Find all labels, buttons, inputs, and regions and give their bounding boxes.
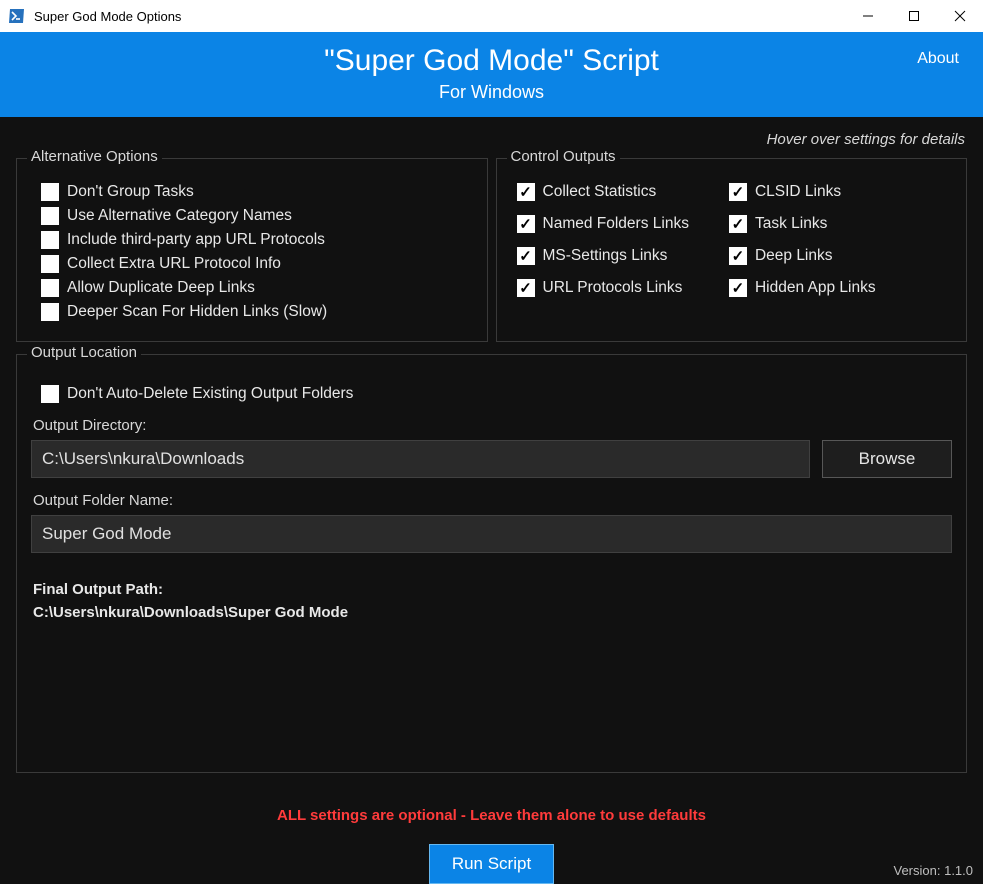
checkbox-icon[interactable] (729, 279, 747, 297)
run-script-button[interactable]: Run Script (429, 844, 554, 884)
checkbox-icon[interactable] (517, 279, 535, 297)
alt-option-checkbox[interactable]: Don't Group Tasks (41, 183, 473, 201)
checkbox-label: Use Alternative Category Names (67, 207, 292, 225)
control-output-checkbox[interactable]: Deep Links (729, 247, 876, 265)
checkbox-icon[interactable] (41, 207, 59, 225)
maximize-button[interactable] (891, 0, 937, 32)
checkbox-label: Don't Group Tasks (67, 183, 194, 201)
checkbox-label: Allow Duplicate Deep Links (67, 279, 255, 297)
checkbox-icon[interactable] (517, 247, 535, 265)
browse-button[interactable]: Browse (822, 440, 952, 478)
output-folder-name-input[interactable] (31, 515, 952, 553)
alt-option-checkbox[interactable]: Use Alternative Category Names (41, 207, 473, 225)
minimize-button[interactable] (845, 0, 891, 32)
checkbox-label: Deeper Scan For Hidden Links (Slow) (67, 303, 327, 321)
checkbox-label: Don't Auto-Delete Existing Output Folder… (67, 385, 353, 403)
checkbox-icon[interactable] (41, 183, 59, 201)
final-output-path-value: C:\Users\nkura\Downloads\Super God Mode (33, 604, 950, 621)
control-output-checkbox[interactable]: Hidden App Links (729, 279, 876, 297)
alt-option-checkbox[interactable]: Allow Duplicate Deep Links (41, 279, 473, 297)
checkbox-icon[interactable] (729, 247, 747, 265)
window-title: Super God Mode Options (34, 9, 181, 24)
checkbox-label: Hidden App Links (755, 279, 876, 297)
checkbox-label: CLSID Links (755, 183, 841, 201)
checkbox-icon[interactable] (517, 183, 535, 201)
about-link[interactable]: About (917, 50, 959, 68)
checkbox-label: Collect Statistics (543, 183, 657, 201)
banner-title: "Super God Mode" Script (18, 44, 965, 78)
group-legend: Control Outputs (507, 148, 620, 165)
checkbox-icon[interactable] (41, 231, 59, 249)
powershell-icon (8, 7, 26, 25)
control-output-checkbox[interactable]: Named Folders Links (517, 215, 689, 233)
control-output-checkbox[interactable]: URL Protocols Links (517, 279, 689, 297)
titlebar: Super God Mode Options (0, 0, 983, 32)
control-output-checkbox[interactable]: Task Links (729, 215, 876, 233)
control-outputs-group: Control Outputs Collect StatisticsNamed … (496, 158, 968, 342)
output-folder-name-label: Output Folder Name: (33, 492, 952, 509)
close-button[interactable] (937, 0, 983, 32)
checkbox-label: MS-Settings Links (543, 247, 668, 265)
app-window: Super God Mode Options "Super God Mode" … (0, 0, 983, 884)
final-output-path-label: Final Output Path: (33, 581, 950, 598)
checkbox-icon[interactable] (41, 385, 59, 403)
alt-option-checkbox[interactable]: Collect Extra URL Protocol Info (41, 255, 473, 273)
no-auto-delete-checkbox[interactable]: Don't Auto-Delete Existing Output Folder… (41, 385, 952, 403)
client-area: "Super God Mode" Script For Windows Abou… (0, 32, 983, 884)
checkbox-label: Task Links (755, 215, 827, 233)
output-location-group: Output Location Don't Auto-Delete Existi… (16, 354, 967, 773)
group-legend: Alternative Options (27, 148, 162, 165)
alternative-options-group: Alternative Options Don't Group TasksUse… (16, 158, 488, 342)
checkbox-icon[interactable] (41, 303, 59, 321)
control-output-checkbox[interactable]: CLSID Links (729, 183, 876, 201)
checkbox-label: Include third-party app URL Protocols (67, 231, 325, 249)
checkbox-icon[interactable] (41, 255, 59, 273)
checkbox-label: Collect Extra URL Protocol Info (67, 255, 281, 273)
output-directory-label: Output Directory: (33, 417, 952, 434)
optional-note: ALL settings are optional - Leave them a… (0, 807, 983, 824)
output-directory-input[interactable] (31, 440, 810, 478)
hover-hint: Hover over settings for details (0, 131, 965, 148)
control-output-checkbox[interactable]: MS-Settings Links (517, 247, 689, 265)
checkbox-label: Deep Links (755, 247, 833, 265)
control-output-checkbox[interactable]: Collect Statistics (517, 183, 689, 201)
checkbox-icon[interactable] (729, 215, 747, 233)
group-legend: Output Location (27, 344, 141, 361)
alt-option-checkbox[interactable]: Include third-party app URL Protocols (41, 231, 473, 249)
checkbox-icon[interactable] (729, 183, 747, 201)
version-label: Version: 1.1.0 (894, 863, 974, 878)
header-banner: "Super God Mode" Script For Windows Abou… (0, 32, 983, 117)
checkbox-icon[interactable] (517, 215, 535, 233)
banner-subtitle: For Windows (18, 82, 965, 103)
alt-option-checkbox[interactable]: Deeper Scan For Hidden Links (Slow) (41, 303, 473, 321)
checkbox-label: Named Folders Links (543, 215, 689, 233)
checkbox-label: URL Protocols Links (543, 279, 683, 297)
checkbox-icon[interactable] (41, 279, 59, 297)
